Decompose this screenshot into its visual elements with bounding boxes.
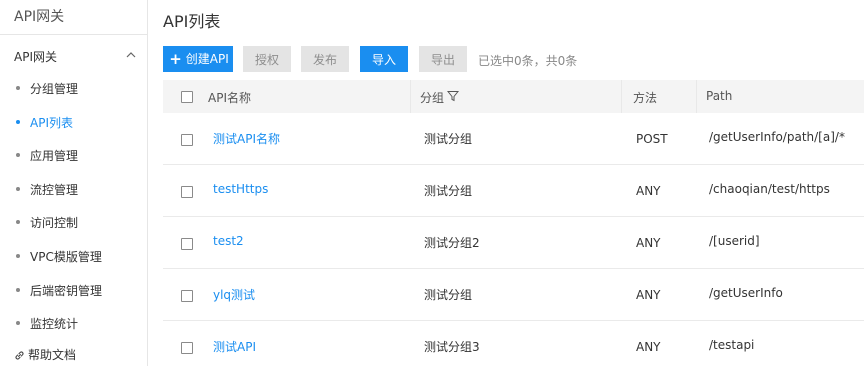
- select-all-checkbox[interactable]: [181, 91, 193, 103]
- main-content: API列表 + 创建API 授权 发布 导入 导出 已选中0条，共0条 API名称…: [148, 0, 864, 366]
- sidebar-item-label: 访问控制: [30, 216, 79, 230]
- page-title: API列表: [163, 12, 221, 31]
- chevron-up-icon[interactable]: [125, 49, 137, 61]
- sidebar-item-label: 分组管理: [30, 82, 79, 96]
- table-row: testHttps 测试分组 ANY /chaoqian/test/https: [163, 165, 864, 217]
- table-row: 测试API 测试分组3 ANY /testapi: [163, 321, 864, 366]
- api-group: 测试分组: [424, 132, 473, 146]
- api-method: ANY: [636, 288, 661, 302]
- api-path: /getUserInfo: [709, 286, 783, 300]
- bullet-icon: [16, 254, 20, 258]
- api-name-link[interactable]: testHttps: [213, 182, 268, 196]
- api-method: ANY: [636, 184, 661, 198]
- api-path: /chaoqian/test/https: [709, 182, 830, 196]
- bullet-icon: [16, 120, 20, 124]
- selection-info: 已选中0条，共0条: [478, 54, 578, 68]
- sidebar-item-label: 监控统计: [30, 317, 79, 331]
- bullet-icon: [16, 321, 20, 325]
- api-group: 测试分组3: [424, 340, 480, 354]
- column-divider: [696, 80, 697, 113]
- help-label: 帮助文档: [28, 348, 77, 362]
- api-method: ANY: [636, 340, 661, 354]
- sidebar-item-label: 应用管理: [30, 149, 79, 163]
- bullet-icon: [16, 153, 20, 157]
- sidebar-item-label: 流控管理: [30, 183, 79, 197]
- bullet-icon: [16, 187, 20, 191]
- column-header-group: 分组: [420, 91, 445, 105]
- column-divider: [621, 80, 622, 113]
- link-icon: [15, 351, 24, 360]
- sidebar-item-flow-control[interactable]: 流控管理: [0, 177, 147, 201]
- table-row: ylq测试 测试分组 ANY /getUserInfo: [163, 269, 864, 321]
- table-header: API名称 分组 方法 Path: [163, 80, 864, 113]
- export-button[interactable]: 导出: [419, 46, 467, 72]
- sidebar: API网关 API网关 分组管理 API列表 应用管理 流控管理 访问控制 VP…: [0, 0, 148, 366]
- row-checkbox[interactable]: [181, 186, 193, 198]
- sidebar-brand: API网关: [0, 0, 147, 35]
- sidebar-item-label: VPC模版管理: [30, 250, 102, 264]
- import-button[interactable]: 导入: [360, 46, 408, 72]
- column-header-method: 方法: [633, 91, 658, 105]
- sidebar-item-label: 后端密钥管理: [30, 284, 103, 298]
- sidebar-item-access-control[interactable]: 访问控制: [0, 210, 147, 234]
- column-header-name: API名称: [208, 91, 251, 105]
- authorize-button[interactable]: 授权: [243, 46, 291, 72]
- table-row: test2 测试分组2 ANY /[userid]: [163, 217, 864, 269]
- api-path: /getUserInfo/path/[a]/*: [709, 130, 845, 144]
- bullet-icon: [16, 86, 20, 90]
- create-api-label: 创建API: [185, 52, 229, 66]
- filter-icon[interactable]: [447, 90, 459, 102]
- api-name-link[interactable]: 测试API: [213, 338, 256, 355]
- api-group: 测试分组: [424, 288, 473, 302]
- api-group: 测试分组: [424, 184, 473, 198]
- api-name-link[interactable]: test2: [213, 234, 244, 248]
- sidebar-item-label: API列表: [30, 116, 73, 130]
- api-path: /testapi: [709, 338, 755, 352]
- sidebar-help-link[interactable]: 帮助文档: [14, 346, 76, 363]
- sidebar-group-title: API网关: [14, 50, 57, 64]
- row-checkbox[interactable]: [181, 342, 193, 354]
- table-row: 测试API名称 测试分组 POST /getUserInfo/path/[a]/…: [163, 113, 864, 165]
- sidebar-item-monitoring[interactable]: 监控统计: [0, 311, 147, 335]
- row-checkbox[interactable]: [181, 238, 193, 250]
- sidebar-item-group-management[interactable]: 分组管理: [0, 76, 147, 100]
- sidebar-item-vpc-template[interactable]: VPC模版管理: [0, 244, 147, 268]
- sidebar-group-api-gateway[interactable]: API网关: [0, 43, 147, 69]
- column-header-path: Path: [706, 89, 733, 103]
- row-checkbox[interactable]: [181, 290, 193, 302]
- api-group: 测试分组2: [424, 236, 480, 250]
- sidebar-item-api-list[interactable]: API列表: [0, 110, 147, 134]
- bullet-icon: [16, 288, 20, 292]
- api-name-link[interactable]: 测试API名称: [213, 130, 280, 147]
- api-path: /[userid]: [709, 234, 760, 248]
- publish-button[interactable]: 发布: [301, 46, 349, 72]
- create-api-button[interactable]: + 创建API: [163, 46, 233, 72]
- plus-icon: +: [169, 50, 182, 68]
- api-method: ANY: [636, 236, 661, 250]
- sidebar-item-backend-keys[interactable]: 后端密钥管理: [0, 278, 147, 302]
- column-divider: [410, 80, 411, 113]
- api-method: POST: [636, 132, 668, 146]
- bullet-icon: [16, 220, 20, 224]
- sidebar-item-app-management[interactable]: 应用管理: [0, 143, 147, 167]
- api-name-link[interactable]: ylq测试: [213, 286, 255, 303]
- row-checkbox[interactable]: [181, 134, 193, 146]
